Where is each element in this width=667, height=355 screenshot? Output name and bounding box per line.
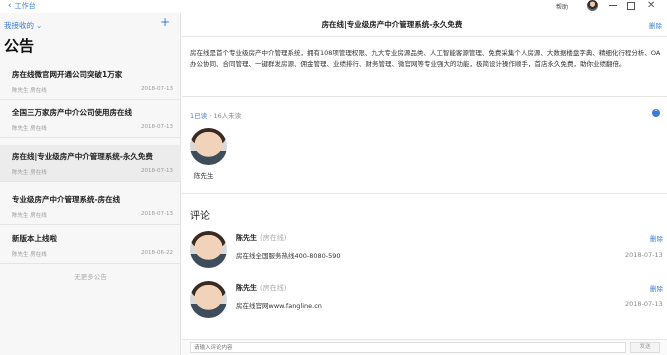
comment-author-name: 陈先生 <box>236 234 257 242</box>
list-item[interactable]: 全国三万家房产中介公司使用房在线 陈先生 房在线 2018-07-13 <box>0 101 181 138</box>
notice-title: 房在线|专业级房产中介管理系统-永久免费 <box>12 152 153 161</box>
notice-author: 陈先生 房在线 <box>12 170 47 176</box>
divider <box>182 96 667 97</box>
list-item[interactable]: 房在线微官网开通公司突破1万家 陈先生 房在线 2018-07-13 <box>0 63 181 100</box>
chevron-up-icon[interactable]: ⌃ <box>652 109 660 117</box>
reader-name: 陈先生 <box>194 172 214 180</box>
close-icon[interactable]: ✕ <box>647 0 655 12</box>
read-separator: · <box>209 112 212 120</box>
filter-dropdown[interactable]: 我接收的 ⌄ <box>4 20 42 31</box>
back-label: 工作台 <box>14 2 36 10</box>
list-item[interactable]: 专业级房产中介管理系统-房在线 陈先生 房在线 2018-07-13 <box>0 188 181 225</box>
filter-label: 我接收的 <box>4 21 34 30</box>
send-button[interactable]: 发送 <box>630 342 660 353</box>
back-button[interactable]: ‹ 工作台 <box>8 1 36 11</box>
notice-detail-panel: 房在线|专业级房产中介管理系统-永久免费 删除 房在线是首个专业级房产中介管理系… <box>182 13 667 355</box>
chevron-down-icon: ⌄ <box>36 21 43 30</box>
comment-input[interactable] <box>190 342 626 353</box>
no-more-label: 无更多公告 <box>74 273 107 281</box>
comment-author: 陈先生 (房在线) <box>236 233 286 243</box>
help-link[interactable]: 帮助 <box>556 2 568 11</box>
avatar <box>190 128 227 165</box>
notice-date: 2018-06-22 <box>141 250 173 256</box>
title-bar: ‹ 工作台 帮助 ✕ <box>0 0 667 13</box>
delete-notice-button[interactable]: 删除 <box>649 20 662 30</box>
comment-text: 房在线全国服务热线400-8080-590 <box>236 252 341 260</box>
chevron-left-icon: ‹ <box>8 1 12 11</box>
avatar <box>190 231 227 268</box>
read-count[interactable]: 1已读 <box>190 112 207 120</box>
comment-date: 2018-07-13 <box>625 300 663 308</box>
notice-author: 陈先生 房在线 <box>12 213 47 219</box>
comment-author-company: (房在线) <box>260 284 287 292</box>
notice-date: 2018-07-13 <box>141 211 173 217</box>
notice-author: 陈先生 房在线 <box>12 252 47 258</box>
comment-author-company: (房在线) <box>260 234 287 242</box>
minimize-icon[interactable] <box>609 5 617 6</box>
user-avatar[interactable] <box>587 0 598 11</box>
notice-title: 新版本上线啦 <box>12 234 57 243</box>
divider <box>182 193 667 194</box>
delete-comment-button[interactable]: 删除 <box>650 283 663 293</box>
comment-author-name: 陈先生 <box>236 284 257 292</box>
notice-date: 2018-07-13 <box>141 168 173 174</box>
divider <box>182 36 667 37</box>
list-item[interactable]: 新版本上线啦 陈先生 房在线 2018-06-22 <box>0 227 181 264</box>
notice-title: 全国三万家房产中介公司使用房在线 <box>12 108 132 117</box>
read-stats[interactable]: 1已读 · 16人未读 <box>190 110 241 120</box>
comments-heading: 评论 <box>190 211 210 222</box>
notice-body: 房在线是首个专业级房产中介管理系统，拥有108项管理权限、九大专业房源品类、人工… <box>190 49 661 68</box>
list-item-selected[interactable]: 房在线|专业级房产中介管理系统-永久免费 陈先生 房在线 2018-07-13 <box>0 145 181 182</box>
comment-input-bar: 发送 <box>182 339 667 355</box>
comment-text: 房在线官网www.fangline.cn <box>236 302 322 310</box>
maximize-icon[interactable] <box>627 2 635 10</box>
unread-count[interactable]: 16人未读 <box>213 112 241 120</box>
avatar <box>190 281 227 318</box>
add-notice-button[interactable]: + <box>160 15 170 29</box>
notice-date: 2018-07-13 <box>141 86 173 92</box>
comment-author: 陈先生 (房在线) <box>236 283 286 293</box>
comment-date: 2018-07-13 <box>625 251 663 259</box>
delete-comment-button[interactable]: 删除 <box>650 233 663 243</box>
notice-title: 专业级房产中介管理系统-房在线 <box>12 195 121 204</box>
notice-date: 2018-07-13 <box>141 124 173 130</box>
page-title: 公告 <box>4 37 35 55</box>
notice-title: 房在线微官网开通公司突破1万家 <box>12 70 123 79</box>
notice-detail-title: 房在线|专业级房产中介管理系统-永久免费 <box>321 20 463 29</box>
notice-list-panel: 我接收的 ⌄ + 公告 房在线微官网开通公司突破1万家 陈先生 房在线 2018… <box>0 13 181 355</box>
notice-author: 陈先生 房在线 <box>12 88 47 94</box>
notice-author: 陈先生 房在线 <box>12 126 47 132</box>
